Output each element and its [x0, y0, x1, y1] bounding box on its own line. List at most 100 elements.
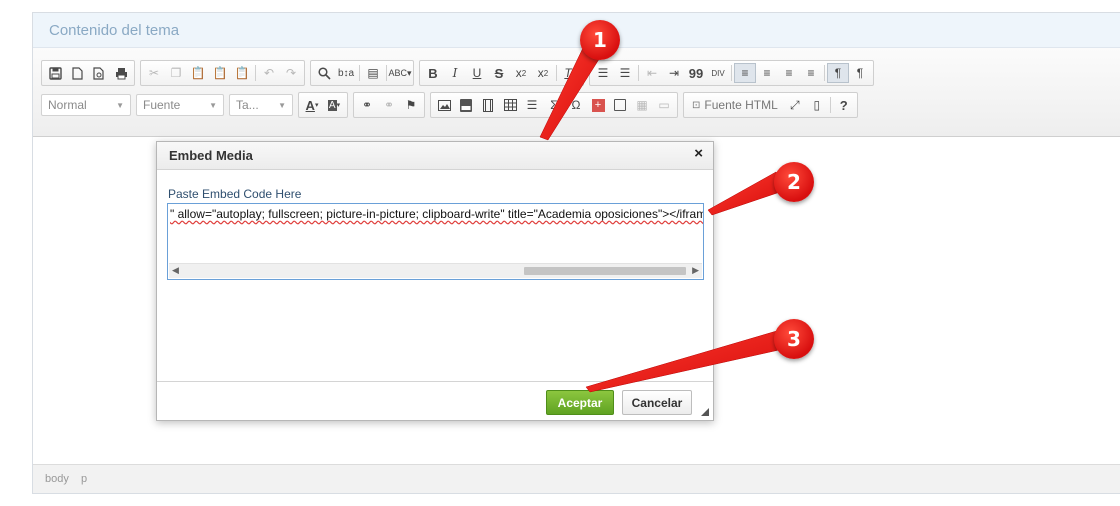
embed-code-textarea[interactable]: " allow="autoplay; fullscreen; picture-i… — [167, 203, 704, 280]
format-combo[interactable]: Normal ▼ — [41, 94, 131, 116]
image-icon[interactable] — [433, 95, 455, 115]
embed-media-dialog: Embed Media × Paste Embed Code Here " al… — [156, 141, 714, 421]
print-icon[interactable] — [110, 63, 132, 83]
scroll-left-icon[interactable]: ◀ — [172, 265, 179, 276]
preview-icon[interactable] — [88, 63, 110, 83]
special-char-omega-icon[interactable]: Ω — [565, 95, 587, 115]
editor-title: Contenido del tema — [49, 22, 180, 39]
align-left-icon[interactable]: ≡ — [734, 63, 756, 83]
scroll-right-icon[interactable]: ▶ — [692, 265, 699, 276]
paste-text-icon[interactable]: 📋 — [209, 63, 231, 83]
find-icon[interactable] — [313, 63, 335, 83]
dialog-header: Embed Media × — [157, 142, 713, 170]
close-icon[interactable]: × — [694, 145, 703, 162]
strikethrough-icon[interactable]: S — [488, 63, 510, 83]
scrollbar-thumb[interactable] — [524, 267, 686, 275]
chevron-down-icon: ▼ — [209, 100, 217, 110]
size-combo[interactable]: Ta... ▼ — [229, 94, 293, 116]
toolbar-group-links: ⚭ ⚭ ⚑ — [353, 92, 425, 118]
help-label: ? — [839, 97, 848, 113]
element-path-bar: body p — [33, 464, 1120, 493]
indent-icon[interactable]: ⇥ — [663, 63, 685, 83]
youtube-icon[interactable] — [455, 95, 477, 115]
link-icon[interactable]: ⚭ — [356, 95, 378, 115]
numbered-list-icon[interactable]: ☰ — [592, 63, 614, 83]
unlink-icon[interactable]: ⚭ — [378, 95, 400, 115]
anchor-flag-icon[interactable]: ⚑ — [400, 95, 422, 115]
dialog-footer: Aceptar Cancelar — [157, 381, 713, 420]
subscript-icon[interactable]: x2 — [510, 63, 532, 83]
blockquote-icon[interactable]: 99 — [685, 63, 707, 83]
text-color-icon[interactable]: A ▾ — [301, 95, 323, 115]
toolbar-group-basicstyles: B I U S x2 x2 Tx — [419, 60, 584, 86]
align-right-icon[interactable]: ≡ — [778, 63, 800, 83]
underline-icon[interactable]: U — [466, 63, 488, 83]
math-sigma-icon[interactable]: Σ — [543, 95, 565, 115]
remove-format-icon[interactable]: Tx — [559, 63, 581, 83]
toolbar-separator — [255, 65, 256, 81]
toolbar-separator — [829, 97, 831, 113]
replace-icon[interactable]: b↕a — [335, 63, 357, 83]
dialog-title: Embed Media — [169, 148, 253, 163]
copy-icon[interactable]: ❐ — [165, 63, 187, 83]
toolbar-group-tools: ⊡ Fuente HTML ⤢ ▯ ? — [683, 92, 858, 118]
redo-icon[interactable]: ↷ — [280, 63, 302, 83]
toolbar-group-insert: ☰ Σ Ω + ▦ ▭ — [430, 92, 678, 118]
toolbar-separator — [386, 65, 387, 81]
help-button[interactable]: ? — [833, 95, 855, 115]
cut-icon[interactable]: ✂ — [143, 63, 165, 83]
text-direction-rtl-icon[interactable]: ¶ — [849, 63, 871, 83]
embed-code-value: " allow="autoplay; fullscreen; picture-i… — [170, 207, 704, 221]
table-icon[interactable] — [499, 95, 521, 115]
maximize-icon[interactable]: ⤢ — [784, 95, 806, 115]
toolbar-group-clipboard: ✂ ❐ 📋 📋 📋 ↶ ↷ — [140, 60, 305, 86]
toolbar-separator — [638, 65, 639, 81]
italic-icon[interactable]: I — [444, 63, 466, 83]
text-direction-ltr-icon[interactable]: ¶ — [827, 63, 849, 83]
source-icon: ⊡ — [692, 99, 701, 111]
toolbar-group-colors: A ▾ A ▾ — [298, 92, 348, 118]
spellcheck-icon[interactable]: ABC▾ — [388, 63, 411, 83]
bulleted-list-icon[interactable]: ☰ — [614, 63, 636, 83]
show-blocks-icon[interactable]: ▯ — [806, 95, 828, 115]
path-item-p[interactable]: p — [81, 473, 87, 485]
embed-media-icon[interactable] — [477, 95, 499, 115]
embed-code-label: Paste Embed Code Here — [168, 187, 302, 201]
iframe-icon[interactable] — [609, 95, 631, 115]
horizontal-scrollbar[interactable]: ◀ ▶ — [169, 263, 702, 278]
horizontal-rule-icon[interactable]: ☰ — [521, 95, 543, 115]
paste-word-icon[interactable]: 📋 — [231, 63, 253, 83]
toolbar-group-paragraph: ☰ ☰ ⇤ ⇥ 99 DIV ≡ ≡ ≡ ≡ ¶ ¶ — [589, 60, 874, 86]
font-combo-label: Fuente — [143, 98, 181, 112]
outdent-icon[interactable]: ⇤ — [641, 63, 663, 83]
superscript-icon[interactable]: x2 — [532, 63, 554, 83]
paste-icon[interactable]: 📋 — [187, 63, 209, 83]
cancel-button[interactable]: Cancelar — [622, 390, 692, 415]
size-combo-label: Ta... — [236, 98, 259, 112]
toolbar-row-1: ✂ ❐ 📋 📋 📋 ↶ ↷ b↕a ▤ ABC▾ B I U S x 2 x 2… — [41, 60, 879, 86]
grid-icon[interactable]: ▦ — [631, 95, 653, 115]
new-page-icon[interactable] — [66, 63, 88, 83]
font-combo[interactable]: Fuente ▼ — [136, 94, 224, 116]
save-icon[interactable] — [44, 63, 66, 83]
callout-badge-2: 2 — [774, 162, 814, 202]
page-break-icon[interactable]: ▭ — [653, 95, 675, 115]
select-all-icon[interactable]: ▤ — [362, 63, 384, 83]
callout-badge-3: 3 — [774, 319, 814, 359]
div-container-icon[interactable]: DIV — [707, 63, 729, 83]
toolbar-separator — [556, 65, 557, 81]
format-combo-label: Normal — [48, 98, 87, 112]
source-html-button[interactable]: ⊡ Fuente HTML — [686, 98, 784, 112]
align-justify-icon[interactable]: ≡ — [800, 63, 822, 83]
align-center-icon[interactable]: ≡ — [756, 63, 778, 83]
bold-icon[interactable]: B — [422, 63, 444, 83]
path-item-body[interactable]: body — [45, 473, 69, 485]
accept-button[interactable]: Aceptar — [546, 390, 614, 415]
undo-icon[interactable]: ↶ — [258, 63, 280, 83]
callout-badge-1: 1 — [580, 20, 620, 60]
source-html-label: Fuente HTML — [704, 98, 778, 112]
toolbar-group-document — [41, 60, 135, 86]
plugin-plus-icon[interactable]: + — [587, 95, 609, 115]
background-color-icon[interactable]: A ▾ — [323, 95, 345, 115]
resize-handle-icon[interactable] — [701, 408, 709, 416]
